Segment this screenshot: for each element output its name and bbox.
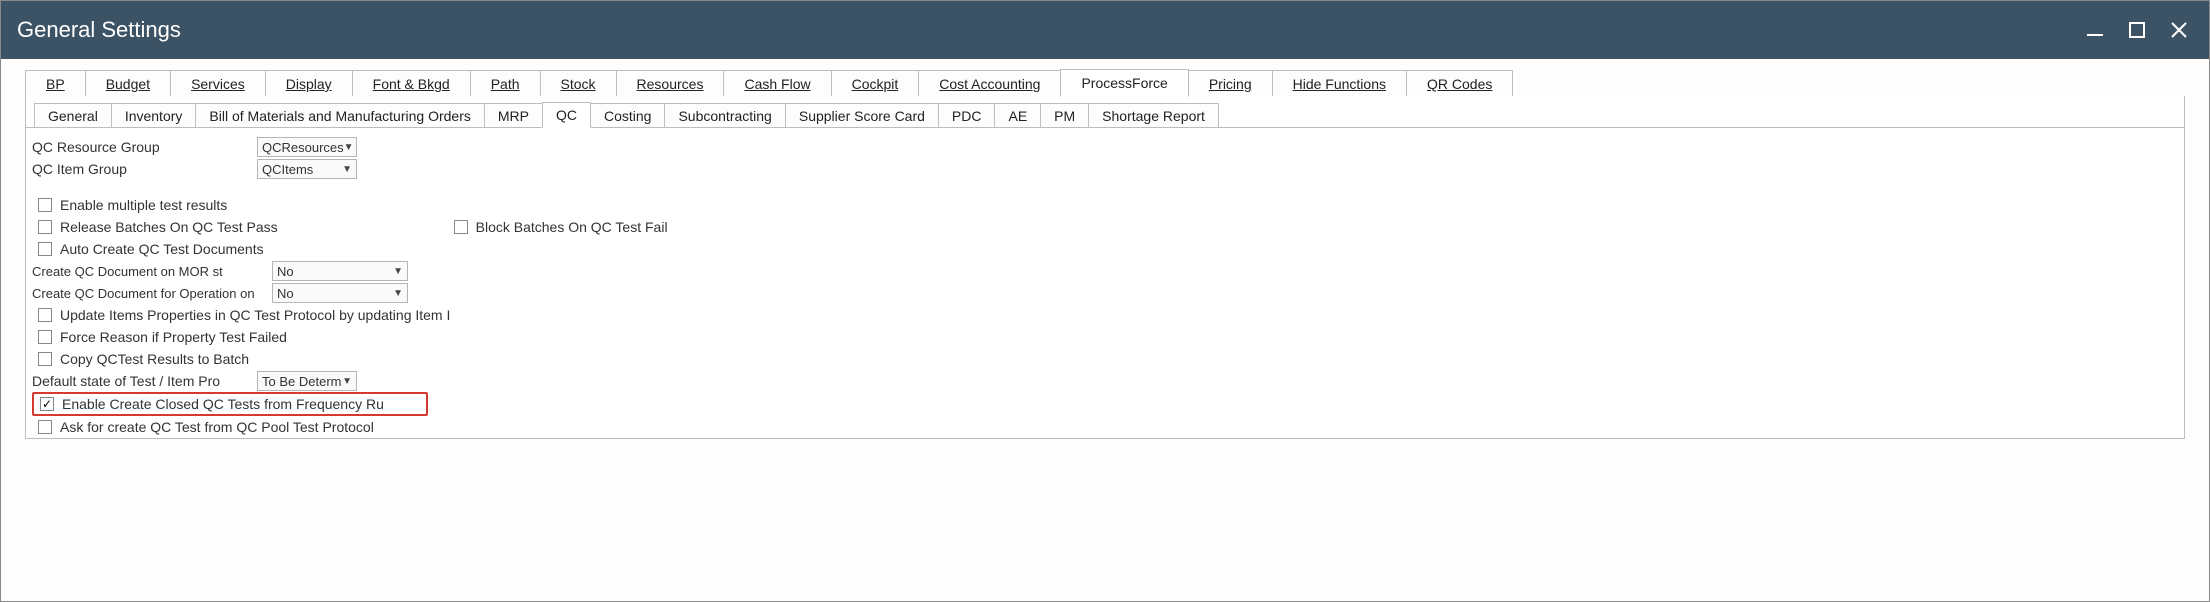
create-qc-op-value: No (277, 286, 294, 301)
main-area: BP Budget Services Display Font & Bkgd P… (1, 59, 2209, 601)
auto-create-label: Auto Create QC Test Documents (60, 241, 264, 257)
subtab-subcontracting[interactable]: Subcontracting (664, 103, 785, 128)
tab-path[interactable]: Path (470, 70, 541, 97)
main-tab-panel: General Inventory Bill of Materials and … (25, 96, 2185, 439)
create-qc-op-label: Create QC Document for Operation on (32, 286, 272, 301)
tab-stock[interactable]: Stock (540, 70, 617, 97)
dropdown-arrow-icon: ▼ (393, 288, 403, 299)
tab-cash-flow[interactable]: Cash Flow (723, 70, 831, 97)
default-state-label: Default state of Test / Item Pro (32, 373, 257, 389)
force-reason-label: Force Reason if Property Test Failed (60, 329, 287, 345)
tab-font-bkgd[interactable]: Font & Bkgd (352, 70, 471, 97)
main-tabs: BP Budget Services Display Font & Bkgd P… (25, 69, 2185, 97)
minimize-button[interactable] (2081, 16, 2109, 44)
auto-create-checkbox[interactable] (38, 242, 52, 256)
enable-closed-highlight: Enable Create Closed QC Tests from Frequ… (32, 392, 428, 416)
qc-item-group-value: QCItems (262, 162, 313, 177)
qc-item-group-label: QC Item Group (32, 161, 257, 177)
ask-create-checkbox[interactable] (38, 420, 52, 434)
tab-bp[interactable]: BP (25, 70, 86, 97)
subtab-pdc[interactable]: PDC (938, 103, 996, 128)
maximize-button[interactable] (2123, 16, 2151, 44)
subtab-mrp[interactable]: MRP (484, 103, 543, 128)
tab-qr-codes[interactable]: QR Codes (1406, 70, 1513, 97)
tab-hide-functions[interactable]: Hide Functions (1272, 70, 1407, 97)
copy-results-checkbox[interactable] (38, 352, 52, 366)
subtab-supplier-score[interactable]: Supplier Score Card (785, 103, 939, 128)
dropdown-arrow-icon: ▼ (344, 142, 354, 153)
block-batches-checkbox[interactable] (454, 220, 468, 234)
enable-multiple-label: Enable multiple test results (60, 197, 227, 213)
titlebar: General Settings (1, 1, 2209, 59)
force-reason-checkbox[interactable] (38, 330, 52, 344)
window-controls (2081, 16, 2193, 44)
tab-resources[interactable]: Resources (616, 70, 725, 97)
subtab-general[interactable]: General (34, 103, 112, 128)
subtab-bom-mo[interactable]: Bill of Materials and Manufacturing Orde… (195, 103, 484, 128)
tab-pricing[interactable]: Pricing (1188, 70, 1273, 97)
dropdown-arrow-icon: ▼ (393, 266, 403, 277)
tab-services[interactable]: Services (170, 70, 266, 97)
subtab-ae[interactable]: AE (994, 103, 1041, 128)
sub-tabs: General Inventory Bill of Materials and … (26, 96, 2184, 128)
qc-resource-group-label: QC Resource Group (32, 139, 257, 155)
create-qc-mor-select[interactable]: No ▼ (272, 261, 408, 281)
close-button[interactable] (2165, 16, 2193, 44)
enable-multiple-checkbox[interactable] (38, 198, 52, 212)
default-state-value: To Be Determ (262, 374, 341, 389)
qc-form: QC Resource Group QCResources ▼ QC Item … (26, 128, 2184, 438)
tab-cockpit[interactable]: Cockpit (831, 70, 920, 97)
subtab-costing[interactable]: Costing (590, 103, 665, 128)
tab-process-force[interactable]: ProcessForce (1060, 69, 1188, 97)
release-batches-label: Release Batches On QC Test Pass (60, 219, 278, 235)
dropdown-arrow-icon: ▼ (342, 376, 352, 387)
qc-item-group-select[interactable]: QCItems ▼ (257, 159, 357, 179)
block-batches-label: Block Batches On QC Test Fail (476, 219, 668, 235)
create-qc-mor-value: No (277, 264, 294, 279)
update-items-checkbox[interactable] (38, 308, 52, 322)
release-batches-checkbox[interactable] (38, 220, 52, 234)
tab-cost-accounting[interactable]: Cost Accounting (918, 70, 1061, 97)
minimize-icon (2084, 19, 2106, 41)
tab-budget[interactable]: Budget (85, 70, 171, 97)
copy-results-label: Copy QCTest Results to Batch (60, 351, 249, 367)
enable-closed-checkbox[interactable] (40, 397, 54, 411)
qc-resource-group-value: QCResources (262, 140, 344, 155)
update-items-label: Update Items Properties in QC Test Proto… (60, 307, 450, 323)
enable-closed-label: Enable Create Closed QC Tests from Frequ… (62, 396, 384, 412)
close-icon (2168, 19, 2190, 41)
subtab-inventory[interactable]: Inventory (111, 103, 197, 128)
create-qc-op-select[interactable]: No ▼ (272, 283, 408, 303)
subtab-shortage[interactable]: Shortage Report (1088, 103, 1219, 128)
default-state-select[interactable]: To Be Determ ▼ (257, 371, 357, 391)
window-title: General Settings (17, 17, 181, 43)
dropdown-arrow-icon: ▼ (342, 164, 352, 175)
tab-display[interactable]: Display (265, 70, 353, 97)
window: General Settings BP Budget Services Disp… (0, 0, 2210, 602)
ask-create-label: Ask for create QC Test from QC Pool Test… (60, 419, 374, 435)
subtab-qc[interactable]: QC (542, 102, 591, 128)
subtab-pm[interactable]: PM (1040, 103, 1089, 128)
qc-resource-group-select[interactable]: QCResources ▼ (257, 137, 357, 157)
maximize-icon (2127, 20, 2147, 40)
create-qc-mor-label: Create QC Document on MOR st (32, 264, 272, 279)
